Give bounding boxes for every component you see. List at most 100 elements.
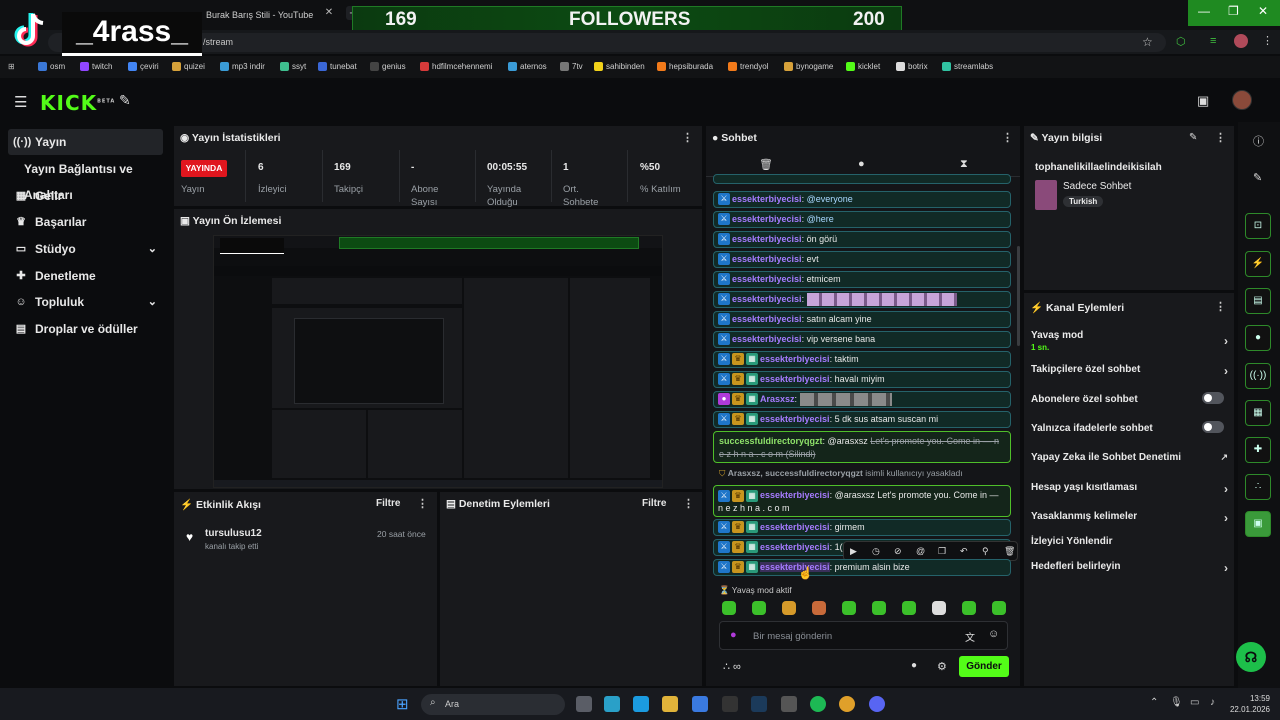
- emote-button[interactable]: [932, 601, 946, 615]
- ban-icon[interactable]: ⊘: [894, 542, 902, 560]
- bookmark-mp3[interactable]: mp3 indir: [220, 61, 265, 73]
- bookmark-osm[interactable]: osm: [38, 61, 65, 73]
- chat-scrollbar[interactable]: [1017, 246, 1020, 346]
- rail-layout-icon[interactable]: ▦: [1245, 400, 1271, 426]
- action-emotes-only[interactable]: Yalnızca ifadelerle sohbet: [1031, 421, 1228, 434]
- chat-users-icon[interactable]: ●: [911, 660, 917, 671]
- edit-rail-icon[interactable]: ✎: [1253, 171, 1262, 184]
- chat-message[interactable]: ⚔ essekterbiyecisi: etmicem: [713, 271, 1011, 288]
- stream-preview-video[interactable]: [213, 235, 663, 488]
- chrome-icon[interactable]: [839, 696, 855, 712]
- support-headset-icon[interactable]: ☊: [1236, 642, 1266, 672]
- bookmark-hdfilm[interactable]: hdfilmcehennemi: [420, 61, 492, 73]
- emoji-icon[interactable]: ☺: [988, 628, 999, 640]
- discord-icon[interactable]: [869, 696, 885, 712]
- sidebar-item-gelir[interactable]: ▦ Gelir: [8, 183, 163, 209]
- bookmark-ssyt[interactable]: ssyt: [280, 61, 306, 73]
- highlighted-message[interactable]: ⚔ ♛ ▦ essekterbiyecisi: @arasxsz Let's prom…: [713, 485, 1011, 517]
- rail-capture-icon[interactable]: ⊡: [1245, 213, 1271, 239]
- chat-message[interactable]: ⚔ ♛ ▦ essekterbiyecisi: taktim: [713, 351, 1011, 368]
- bookmark-twitch[interactable]: twitch: [80, 61, 112, 73]
- chat-message[interactable]: ⚔ essekterbiyecisi: evt: [713, 251, 1011, 268]
- rail-wrench-icon[interactable]: ✚: [1245, 437, 1271, 463]
- bookmark-trendyol[interactable]: trendyol: [728, 61, 768, 73]
- translate-icon[interactable]: 文: [965, 629, 975, 644]
- steam-icon[interactable]: [751, 696, 767, 712]
- action-raid[interactable]: İzleyici Yönlendir: [1031, 536, 1228, 547]
- bookmark-quizei[interactable]: quizei: [172, 61, 205, 73]
- browser-tab[interactable]: Burak Barış Stili - YouTube: [200, 4, 340, 26]
- sidebar-item-droplar[interactable]: ▤ Droplar ve ödüller: [8, 316, 163, 342]
- undo-icon[interactable]: ↶: [960, 542, 968, 560]
- windows-start-icon[interactable]: ⊞: [396, 695, 409, 713]
- activity-menu-icon[interactable]: ⋮: [417, 497, 428, 510]
- bookmark-aternos[interactable]: aternos: [508, 61, 547, 73]
- apps-grid-icon[interactable]: ⊞: [8, 61, 15, 73]
- tray-network-icon[interactable]: ▭: [1190, 697, 1199, 708]
- hourglass-icon[interactable]: ⧗: [960, 158, 968, 171]
- subscribers-only-toggle[interactable]: [1202, 392, 1224, 404]
- chat-message[interactable]: ⚔ ♛ ▦ essekterbiyecisi: premium alsin bize: [713, 559, 1011, 576]
- rail-chat-icon[interactable]: ●: [1245, 325, 1271, 351]
- epic-games-icon[interactable]: [722, 696, 738, 712]
- action-subscribers-only[interactable]: Abonelere özel sohbet: [1031, 392, 1228, 405]
- chat-input-box[interactable]: ● Bir mesaj gönderin 文 ☺: [719, 621, 1008, 650]
- language-tag[interactable]: Turkish: [1063, 196, 1104, 207]
- profile-avatar[interactable]: [1234, 34, 1248, 48]
- widgets-icon[interactable]: [604, 696, 620, 712]
- copy-icon[interactable]: ❐: [938, 542, 946, 560]
- channel-actions-menu-icon[interactable]: ⋮: [1215, 300, 1226, 313]
- chat-bubble-icon[interactable]: ●: [858, 158, 865, 170]
- bookmark-star-icon[interactable]: ☆: [1142, 35, 1153, 49]
- file-explorer-icon[interactable]: [662, 696, 678, 712]
- chat-message[interactable]: ⚔ essekterbiyecisi: @here: [713, 211, 1011, 228]
- sidebar-item-basarilar[interactable]: ♛ Başarılar: [8, 209, 163, 235]
- kick-logo[interactable]: KICKBETA: [40, 91, 115, 115]
- chat-message[interactable]: ⚔ ♛ ▦ essekterbiyecisi: havalı miyim: [713, 371, 1011, 388]
- chat-message[interactable]: [713, 174, 1011, 184]
- sidebar-item-yayin[interactable]: ((·)) Yayın: [8, 129, 163, 155]
- info-icon[interactable]: ⓘ: [1253, 133, 1264, 149]
- tray-chevron-icon[interactable]: ⌃: [1150, 697, 1158, 708]
- emote-button[interactable]: [752, 601, 766, 615]
- sidebar-item-stream-key[interactable]: Yayın Bağlantısı ve Anahtarı: [8, 156, 163, 202]
- action-goals[interactable]: Hedefleri belirleyin ›: [1031, 561, 1228, 575]
- category-thumbnail[interactable]: [1035, 180, 1057, 210]
- chat-message[interactable]: ⚔ essekterbiyecisi: ön görü: [713, 231, 1011, 248]
- extension-icon[interactable]: ⬡: [1176, 35, 1186, 48]
- edit-icon[interactable]: ✎: [1189, 132, 1197, 143]
- chat-message[interactable]: ⚔ essekterbiyecisi:: [713, 291, 1011, 308]
- bookmark-genius[interactable]: genius: [370, 61, 406, 73]
- emote-button[interactable]: [902, 601, 916, 615]
- emote-button[interactable]: [872, 601, 886, 615]
- rail-lightning-icon[interactable]: ⚡: [1245, 251, 1271, 277]
- edge-icon[interactable]: [633, 696, 649, 712]
- taskbar-clock[interactable]: 13:59 22.01.2026: [1226, 693, 1270, 715]
- ticket-icon[interactable]: ▣: [1197, 93, 1209, 109]
- emote-button[interactable]: [722, 601, 736, 615]
- reading-list-icon[interactable]: ≡: [1210, 35, 1216, 47]
- delete-icon[interactable]: 🗑: [1004, 542, 1015, 560]
- points-icon[interactable]: ∴ ∞: [723, 660, 741, 673]
- moderation-menu-icon[interactable]: ⋮: [683, 497, 694, 510]
- bookmark-hepsiburada[interactable]: hepsiburada: [657, 61, 713, 73]
- rail-notes-icon[interactable]: ▤: [1245, 288, 1271, 314]
- emotes-only-toggle[interactable]: [1202, 421, 1224, 433]
- action-slow-mode[interactable]: Yavaş mod 1 sn. ›: [1031, 330, 1228, 352]
- chat-message[interactable]: ⚔ ♛ ▦ essekterbiyecisi: 5 dk sus atsam susc…: [713, 411, 1011, 428]
- activity-filter-button[interactable]: Filtre: [376, 498, 400, 509]
- timeout-icon[interactable]: ◷: [872, 542, 880, 560]
- address-bar[interactable]: /stream: [48, 33, 1166, 52]
- bookmark-ceviri[interactable]: çeviri: [128, 61, 159, 73]
- sidebar-item-topluluk[interactable]: ☺ Topluluk ⌄: [8, 289, 163, 315]
- bookmark-tunebat[interactable]: tunebat: [318, 61, 357, 73]
- bookmark-kicklet[interactable]: kicklet: [846, 61, 880, 73]
- maximize-icon[interactable]: ❐: [1228, 4, 1239, 18]
- rail-people-icon[interactable]: ∴: [1245, 474, 1271, 500]
- chat-message[interactable]: ⚔ ♛ ▦ essekterbiyecisi: girmem: [713, 519, 1011, 536]
- taskbar-search[interactable]: Ara: [421, 694, 565, 715]
- emote-button[interactable]: [812, 601, 826, 615]
- action-ai-moderation[interactable]: Yapay Zeka ile Sohbet Denetimi ↗: [1031, 452, 1228, 463]
- chat-message[interactable]: ⚔ essekterbiyecisi: @everyone: [713, 191, 1011, 208]
- send-button[interactable]: Gönder: [959, 656, 1009, 677]
